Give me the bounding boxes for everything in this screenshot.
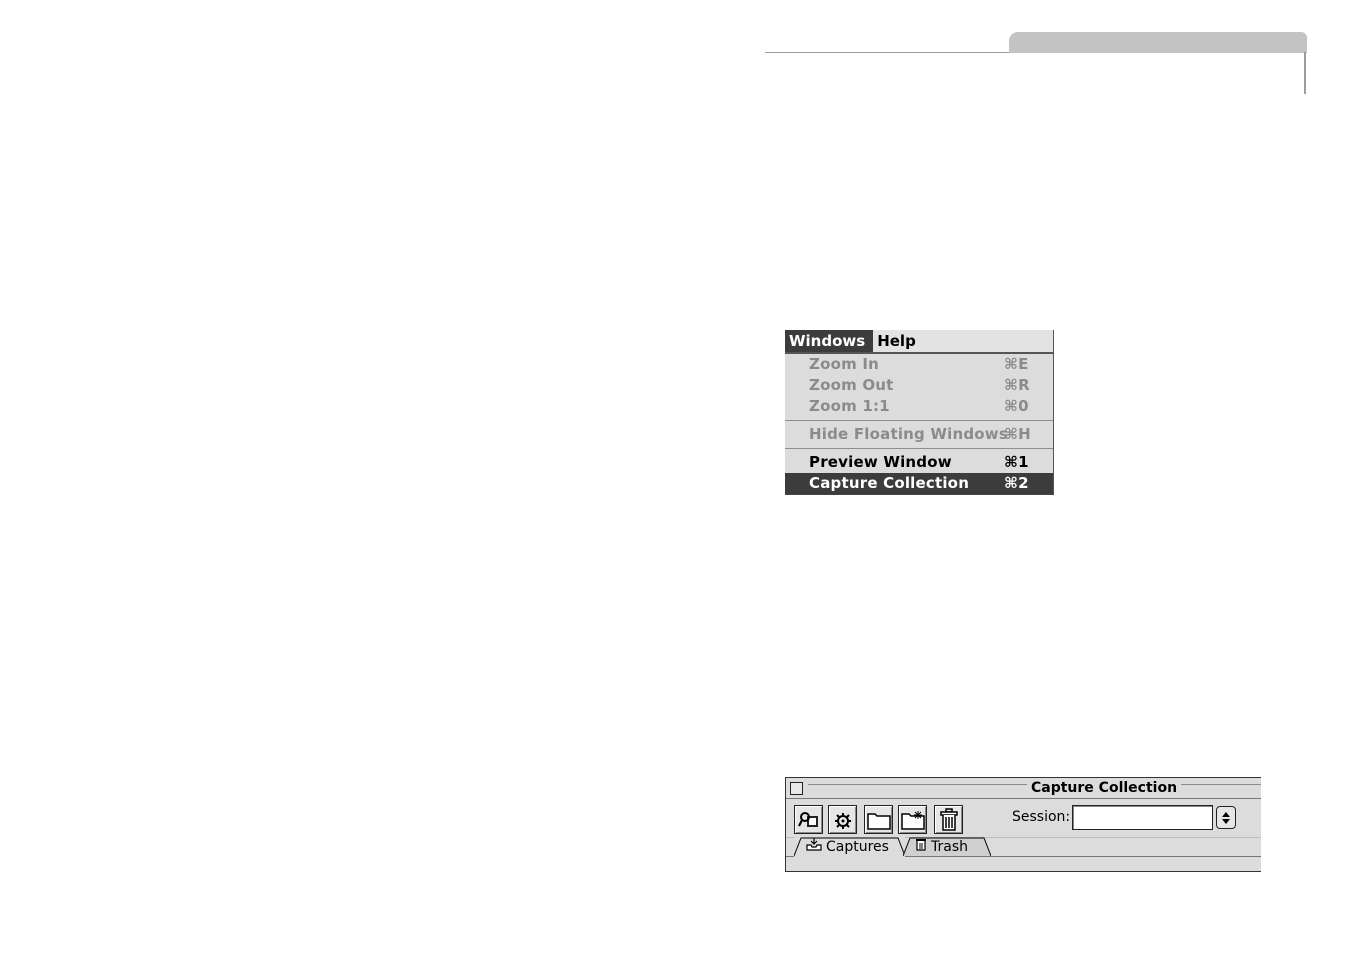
menu-item-shortcut: ⌘E <box>1004 355 1029 373</box>
menu-title-windows[interactable]: Windows <box>785 330 874 352</box>
menu-item-shortcut: ⌘2 <box>1004 474 1029 492</box>
tab-bar: Captures Trash <box>786 837 1261 868</box>
settings-button[interactable] <box>828 805 857 834</box>
folder-button[interactable] <box>864 805 893 834</box>
trash-button[interactable] <box>934 805 963 834</box>
menu-item-zoom-1-1: Zoom 1:1 ⌘0 <box>785 396 1053 417</box>
page-top-rule <box>765 52 1011 53</box>
menu-item-zoom-out: Zoom Out ⌘R <box>785 375 1053 396</box>
menu-item-hide-floating-windows: Hide Floating Windows ⌘H <box>785 424 1053 445</box>
session-input[interactable] <box>1072 805 1213 830</box>
menu-title-help[interactable]: Help <box>873 330 924 352</box>
menu-item-shortcut: ⌘R <box>1004 376 1030 394</box>
capture-collection-window: Capture Collection Session: Captures Tra… <box>785 777 1261 872</box>
menu-item-label: Zoom Out <box>809 376 894 394</box>
captures-tray-icon <box>806 837 822 857</box>
menu-item-shortcut: ⌘1 <box>1004 453 1029 471</box>
titlebar-left <box>786 778 808 798</box>
menu-item-shortcut: ⌘0 <box>1004 397 1029 415</box>
capture-button[interactable] <box>794 805 823 834</box>
window-toolbar: Session: <box>786 799 1261 837</box>
menu-item-label: Zoom In <box>809 355 879 373</box>
menu-item-capture-collection[interactable]: Capture Collection ⌘2 <box>785 473 1053 494</box>
trash-icon <box>915 837 927 857</box>
menu-separator <box>785 448 1053 449</box>
tab-label: Captures <box>826 839 889 855</box>
menu-item-label: Preview Window <box>809 453 952 471</box>
page-tab-decoration <box>1009 32 1307 53</box>
capture-icon <box>797 811 818 827</box>
up-down-arrows-icon <box>1222 811 1230 824</box>
menu-item-preview-window[interactable]: Preview Window ⌘1 <box>785 452 1053 473</box>
session-popup-button[interactable] <box>1216 806 1236 829</box>
tab-trash[interactable]: Trash <box>903 837 991 857</box>
menu-item-shortcut: ⌘H <box>1004 425 1031 443</box>
menu-item-label: Hide Floating Windows <box>809 425 1008 443</box>
new-folder-button[interactable] <box>898 805 927 834</box>
trash-icon <box>939 807 958 831</box>
folder-icon <box>866 812 891 830</box>
windows-menu: Windows Help Zoom In ⌘E Zoom Out ⌘R Zoom… <box>785 330 1054 495</box>
window-titlebar[interactable]: Capture Collection <box>786 778 1261 799</box>
page-side-rule <box>1304 52 1306 94</box>
tab-label: Trash <box>931 839 968 855</box>
menu-separator <box>785 420 1053 421</box>
tab-captures[interactable]: Captures <box>794 837 905 857</box>
menu-item-label: Zoom 1:1 <box>809 397 890 415</box>
menu-bar: Windows Help <box>785 330 1053 354</box>
menu-item-zoom-in: Zoom In ⌘E <box>785 354 1053 375</box>
settings-gear-icon <box>834 812 851 829</box>
menu-item-label: Capture Collection <box>809 474 970 492</box>
close-box-icon[interactable] <box>790 782 803 795</box>
session-label: Session: <box>1012 809 1071 825</box>
new-folder-icon <box>900 810 925 830</box>
window-title: Capture Collection <box>1027 778 1182 798</box>
